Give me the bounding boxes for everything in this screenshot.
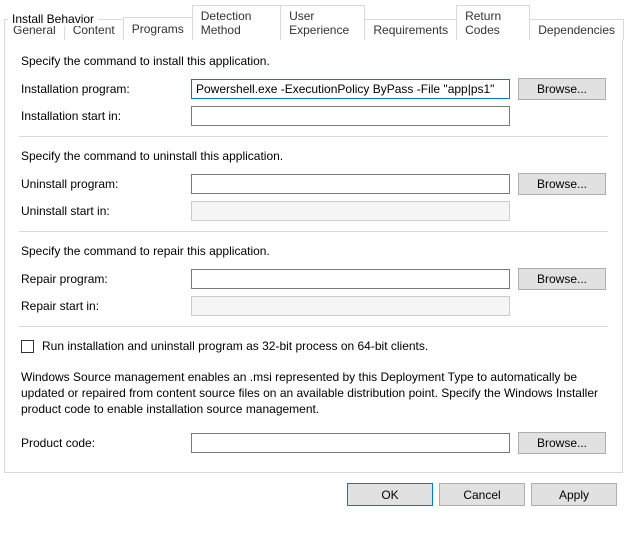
install-heading: Specify the command to install this appl… bbox=[21, 54, 606, 68]
uninstall-program-input[interactable] bbox=[191, 174, 510, 194]
uninstall-heading: Specify the command to uninstall this ap… bbox=[21, 149, 606, 163]
group-title: Install Behavior bbox=[8, 12, 98, 26]
install-startin-label: Installation start in: bbox=[21, 109, 191, 123]
run-as-32bit-label: Run installation and uninstall program a… bbox=[42, 339, 428, 353]
tab-detection-method[interactable]: Detection Method bbox=[192, 5, 281, 40]
repair-program-input[interactable] bbox=[191, 269, 510, 289]
repair-heading: Specify the command to repair this appli… bbox=[21, 244, 606, 258]
install-program-input[interactable] bbox=[191, 79, 510, 99]
run-as-32bit-checkbox[interactable] bbox=[21, 340, 34, 353]
divider bbox=[19, 136, 608, 137]
uninstall-program-browse-button[interactable]: Browse... bbox=[518, 173, 606, 195]
install-program-label: Installation program: bbox=[21, 82, 191, 96]
product-code-browse-button[interactable]: Browse... bbox=[518, 432, 606, 454]
msi-info-text: Windows Source management enables an .ms… bbox=[21, 369, 606, 418]
uninstall-startin-label: Uninstall start in: bbox=[21, 204, 191, 218]
product-code-input[interactable] bbox=[191, 433, 510, 453]
repair-program-label: Repair program: bbox=[21, 272, 191, 286]
tab-user-experience[interactable]: User Experience bbox=[280, 5, 365, 40]
divider bbox=[19, 231, 608, 232]
tab-programs[interactable]: Programs bbox=[123, 17, 193, 40]
repair-startin-label: Repair start in: bbox=[21, 299, 191, 313]
tab-dependencies[interactable]: Dependencies bbox=[529, 19, 624, 40]
product-code-label: Product code: bbox=[21, 436, 191, 450]
repair-startin-input bbox=[191, 296, 510, 316]
tab-return-codes[interactable]: Return Codes bbox=[456, 5, 530, 40]
install-program-browse-button[interactable]: Browse... bbox=[518, 78, 606, 100]
cancel-button[interactable]: Cancel bbox=[439, 483, 525, 506]
apply-button[interactable]: Apply bbox=[531, 483, 617, 506]
ok-button[interactable]: OK bbox=[347, 483, 433, 506]
dialog-footer: OK Cancel Apply bbox=[0, 473, 627, 514]
uninstall-program-label: Uninstall program: bbox=[21, 177, 191, 191]
tab-requirements[interactable]: Requirements bbox=[364, 19, 457, 40]
uninstall-startin-input bbox=[191, 201, 510, 221]
repair-program-browse-button[interactable]: Browse... bbox=[518, 268, 606, 290]
programs-panel: Specify the command to install this appl… bbox=[4, 39, 623, 473]
divider bbox=[19, 326, 608, 327]
run-as-32bit-row[interactable]: Run installation and uninstall program a… bbox=[21, 339, 606, 353]
install-behavior-group: Install Behavior General Content Program… bbox=[4, 4, 623, 473]
install-startin-input[interactable] bbox=[191, 106, 510, 126]
